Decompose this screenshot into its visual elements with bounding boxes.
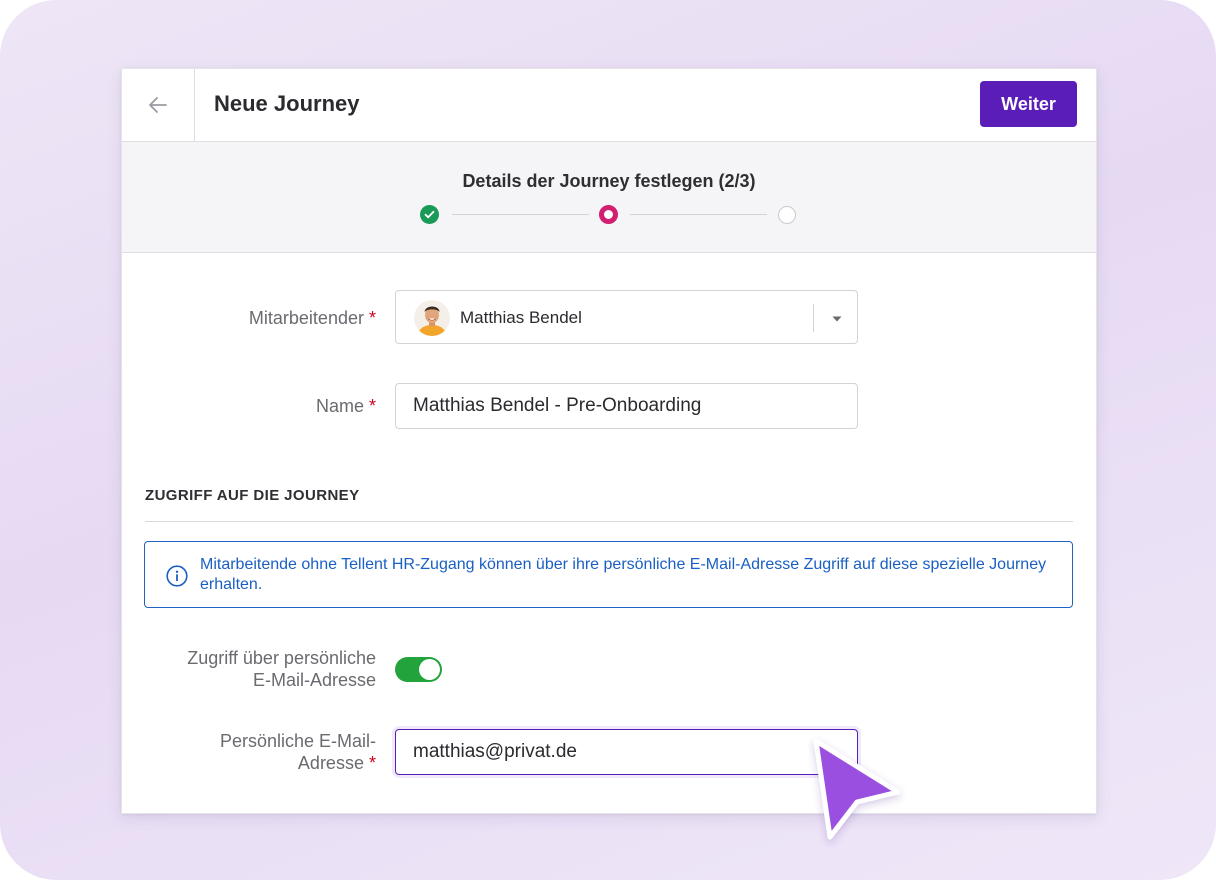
check-icon (424, 210, 435, 219)
avatar (414, 300, 450, 336)
employee-select[interactable]: Matthias Bendel (395, 290, 858, 344)
required-mark: * (368, 308, 376, 328)
back-button[interactable] (122, 69, 195, 141)
required-mark: * (368, 753, 376, 773)
new-journey-card: Neue Journey Weiter Details der Journey … (121, 68, 1097, 814)
step-2-current (599, 205, 618, 224)
info-banner-text: Mitarbeitende ohne Tellent HR-Zugang kön… (200, 556, 1047, 593)
personal-access-label-line1: Zugriff über persönliche (187, 648, 376, 668)
chevron-down-icon[interactable] (831, 315, 843, 323)
arrow-left-icon (149, 97, 167, 113)
info-banner: Mitarbeitende ohne Tellent HR-Zugang kön… (144, 541, 1073, 608)
progress-stepper: Details der Journey festlegen (2/3) (122, 142, 1096, 253)
personal-email-input[interactable] (395, 729, 858, 775)
step-title: Details der Journey festlegen (2/3) (462, 171, 756, 191)
employee-label-text: Mitarbeitender (248, 308, 364, 328)
personal-email-label-line2: Adresse (297, 753, 364, 773)
required-mark: * (368, 396, 376, 416)
personal-access-label: Zugriff über persönliche E-Mail-Adresse (187, 647, 376, 691)
personal-email-label: Persönliche E-Mail- Adresse * (220, 730, 376, 774)
employee-select-value: Matthias Bendel (460, 308, 582, 327)
step-connector (452, 214, 589, 215)
personal-email-label-line1: Persönliche E-Mail- (219, 731, 376, 751)
employee-label: Mitarbeitender * (249, 307, 376, 329)
section-divider (145, 521, 1073, 522)
journey-name-input[interactable] (395, 383, 858, 429)
name-label: Name * (316, 395, 376, 417)
info-icon (166, 565, 188, 587)
access-section-title: ZUGRIFF AUF DIE JOURNEY (145, 487, 360, 504)
select-separator (813, 304, 814, 332)
step-3-upcoming (778, 206, 796, 224)
step-1-completed (420, 205, 439, 224)
personal-access-label-line2: E-Mail-Adresse (252, 670, 376, 690)
step-connector (630, 214, 767, 215)
personal-access-toggle[interactable] (395, 657, 442, 682)
toggle-knob (419, 659, 440, 680)
next-button[interactable]: Weiter (980, 81, 1077, 127)
card-header: Neue Journey Weiter (122, 69, 1096, 142)
name-label-text: Name (315, 396, 364, 416)
page-title: Neue Journey (214, 91, 360, 116)
mouse-pointer-icon (813, 738, 901, 840)
